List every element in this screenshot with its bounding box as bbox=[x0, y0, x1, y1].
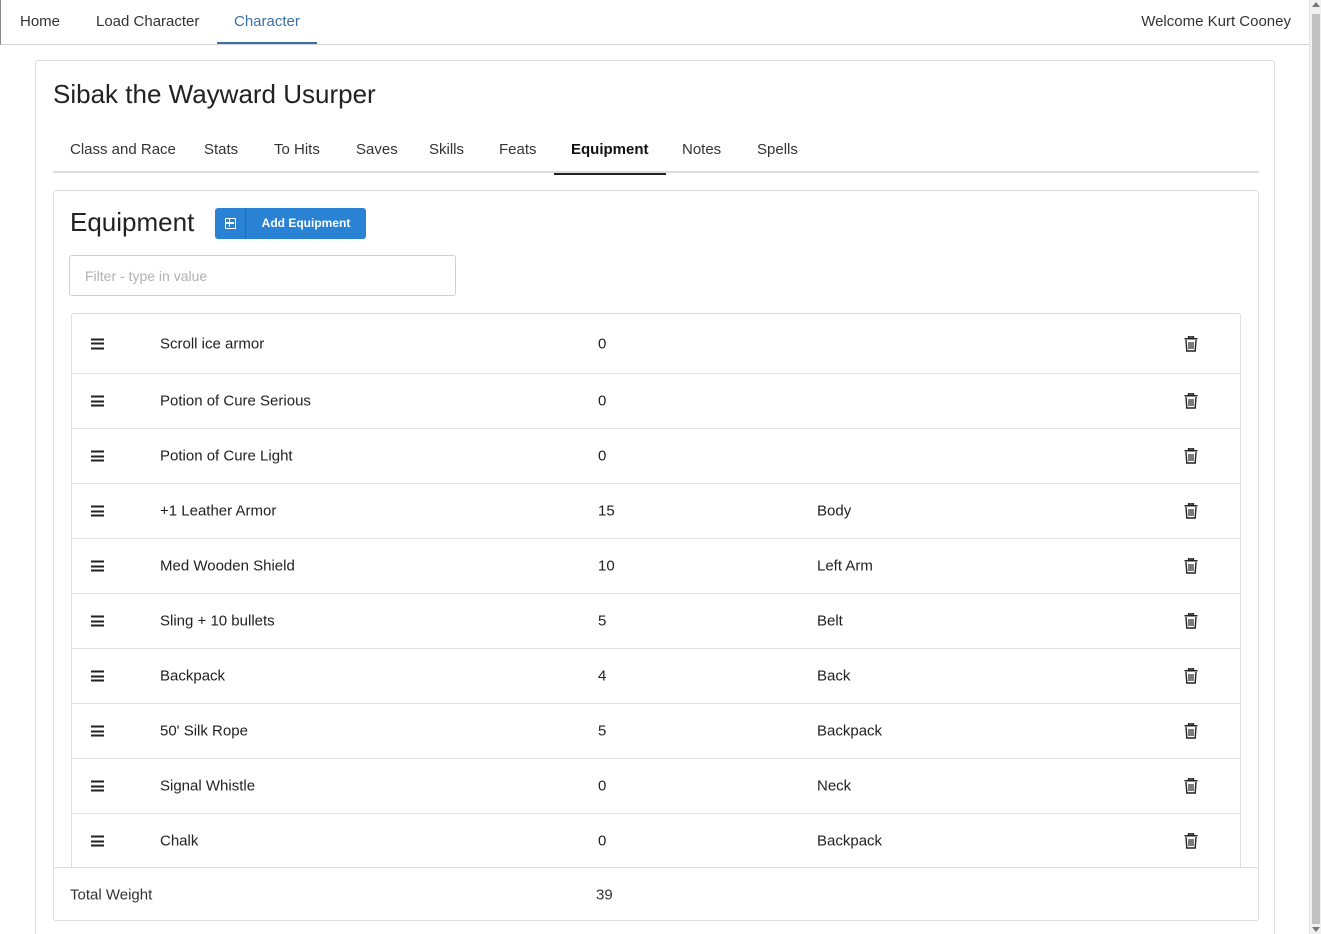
hamburger-icon[interactable] bbox=[91, 835, 104, 847]
item-location: Belt bbox=[817, 612, 843, 630]
table-row[interactable]: Sling + 10 bullets 5 Belt bbox=[72, 594, 1240, 649]
tab-notes[interactable]: Notes bbox=[665, 129, 738, 173]
table-row[interactable]: Chalk 0 Backpack bbox=[72, 814, 1240, 868]
item-name: Potion of Cure Light bbox=[160, 447, 293, 465]
tab-equipment[interactable]: Equipment bbox=[554, 129, 666, 175]
character-name: Sibak the Wayward Usurper bbox=[53, 79, 376, 109]
item-name: Signal Whistle bbox=[160, 777, 256, 795]
table-row[interactable]: Signal Whistle 0 Neck bbox=[72, 759, 1240, 814]
character-card: Sibak the Wayward Usurper Class and Race… bbox=[35, 60, 1275, 934]
hamburger-icon[interactable] bbox=[91, 450, 104, 462]
tab-to-hits[interactable]: To Hits bbox=[257, 129, 337, 173]
item-location: Back bbox=[817, 667, 851, 685]
item-weight: 0 bbox=[598, 832, 607, 850]
tab-saves[interactable]: Saves bbox=[339, 129, 415, 173]
trash-icon[interactable] bbox=[1184, 447, 1198, 464]
hamburger-icon[interactable] bbox=[91, 560, 104, 572]
hamburger-icon[interactable] bbox=[91, 338, 104, 349]
item-weight: 5 bbox=[598, 612, 607, 630]
page-scrollbar[interactable] bbox=[1309, 0, 1321, 934]
item-name: Scroll ice armor bbox=[160, 335, 265, 352]
top-navbar: Home Load Character Character Welcome Ku… bbox=[0, 0, 1309, 45]
trash-icon[interactable] bbox=[1184, 335, 1198, 352]
total-weight-row: Total Weight 39 bbox=[54, 867, 1258, 921]
scroll-up-arrow-icon[interactable] bbox=[1312, 2, 1320, 7]
item-name: 50' Silk Rope bbox=[160, 722, 248, 740]
hamburger-icon[interactable] bbox=[91, 780, 104, 792]
hamburger-icon[interactable] bbox=[91, 670, 104, 682]
total-weight-label: Total Weight bbox=[70, 886, 153, 903]
hamburger-icon[interactable] bbox=[91, 395, 104, 407]
table-row[interactable]: Potion of Cure Light 0 bbox=[72, 429, 1240, 484]
trash-icon[interactable] bbox=[1184, 392, 1198, 409]
hamburger-icon[interactable] bbox=[91, 725, 104, 737]
scrollbar-thumb[interactable] bbox=[1312, 14, 1320, 924]
hamburger-icon[interactable] bbox=[91, 615, 104, 627]
nav-character-link[interactable]: Character bbox=[217, 0, 317, 44]
table-row[interactable]: 50' Silk Rope 5 Backpack bbox=[72, 704, 1240, 759]
nav-home-link[interactable]: Home bbox=[3, 0, 77, 44]
item-name: Med Wooden Shield bbox=[160, 557, 295, 575]
trash-icon[interactable] bbox=[1184, 777, 1198, 794]
item-location: Backpack bbox=[817, 832, 883, 850]
trash-icon[interactable] bbox=[1184, 722, 1198, 739]
table-row[interactable]: Potion of Cure Serious 0 bbox=[72, 374, 1240, 429]
item-weight: 15 bbox=[598, 502, 615, 520]
table-row[interactable]: Backpack 4 Back bbox=[72, 649, 1240, 704]
item-weight: 10 bbox=[598, 557, 615, 575]
add-equipment-button[interactable]: Add Equipment bbox=[215, 208, 366, 239]
item-location: Left Arm bbox=[817, 557, 873, 575]
item-name: Potion of Cure Serious bbox=[160, 392, 311, 410]
trash-icon[interactable] bbox=[1184, 667, 1198, 684]
item-weight: 0 bbox=[598, 777, 607, 795]
tab-spells[interactable]: Spells bbox=[740, 129, 815, 173]
tab-stats[interactable]: Stats bbox=[187, 129, 255, 173]
filter-input[interactable] bbox=[69, 255, 456, 296]
plus-square-icon bbox=[215, 208, 246, 239]
item-location: Backpack bbox=[817, 722, 883, 740]
item-weight: 0 bbox=[598, 335, 607, 352]
tab-feats[interactable]: Feats bbox=[482, 129, 554, 173]
trash-icon[interactable] bbox=[1184, 557, 1198, 574]
welcome-message: Welcome Kurt Cooney bbox=[1141, 13, 1291, 30]
trash-icon[interactable] bbox=[1184, 832, 1198, 849]
item-weight: 0 bbox=[598, 447, 607, 465]
trash-icon[interactable] bbox=[1184, 612, 1198, 629]
table-row[interactable]: +1 Leather Armor 15 Body bbox=[72, 484, 1240, 539]
character-tabs: Class and Race Stats To Hits Saves Skill… bbox=[53, 129, 1259, 175]
item-weight: 0 bbox=[598, 392, 607, 410]
scroll-down-arrow-icon[interactable] bbox=[1312, 927, 1320, 932]
tab-class-and-race[interactable]: Class and Race bbox=[53, 129, 193, 173]
item-name: Chalk bbox=[160, 832, 199, 850]
item-location: Neck bbox=[817, 777, 852, 795]
trash-icon[interactable] bbox=[1184, 502, 1198, 519]
table-row[interactable]: Med Wooden Shield 10 Left Arm bbox=[72, 539, 1240, 594]
add-equipment-label: Add Equipment bbox=[261, 216, 351, 230]
nav-load-character-link[interactable]: Load Character bbox=[79, 0, 216, 44]
item-location: Body bbox=[817, 502, 852, 520]
equipment-title: Equipment bbox=[70, 207, 195, 237]
item-weight: 5 bbox=[598, 722, 607, 740]
table-row[interactable]: Scroll ice armor 0 bbox=[72, 314, 1240, 374]
item-name: Sling + 10 bullets bbox=[160, 612, 275, 630]
item-weight: 4 bbox=[598, 667, 607, 685]
item-name: Backpack bbox=[160, 667, 226, 685]
hamburger-icon[interactable] bbox=[91, 505, 104, 517]
tab-skills[interactable]: Skills bbox=[412, 129, 481, 173]
total-weight-value: 39 bbox=[596, 886, 613, 903]
equipment-table: Scroll ice armor 0 Potion of Cure Serious 0… bbox=[71, 313, 1241, 868]
item-name: +1 Leather Armor bbox=[160, 502, 277, 520]
equipment-panel: Equipment Add Equipment Scroll ice armor… bbox=[53, 190, 1259, 921]
